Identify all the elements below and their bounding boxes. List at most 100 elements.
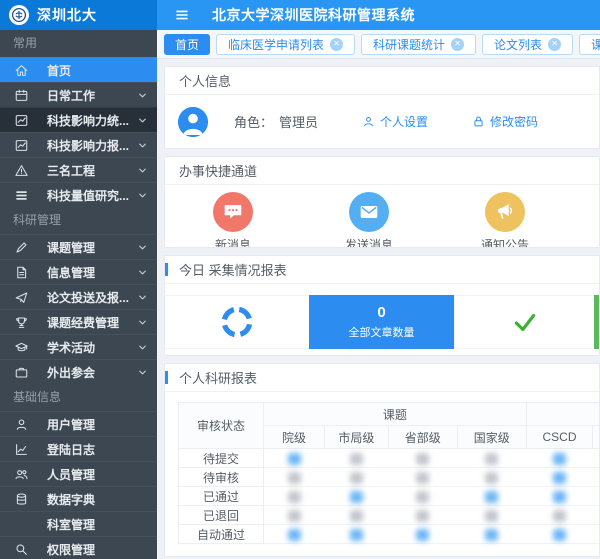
database-icon [14,492,29,507]
report-cell[interactable] [593,449,599,468]
sidebar-item-pen[interactable]: 课题管理 [0,234,157,259]
report-cell[interactable] [263,487,324,506]
blurred-value [416,510,429,522]
chart-line-icon [14,442,29,457]
tab-4[interactable]: 课题费用报表✕ [579,34,600,55]
sidebar-item-label: 科技量值研究... [47,187,137,204]
quick-item-megaphone[interactable]: 通知公告 [437,192,573,247]
report-cell[interactable] [526,449,592,468]
tab-1[interactable]: 临床医学申请列表✕ [216,34,355,55]
sidebar-item-none[interactable]: 科室管理 [0,511,157,536]
tab-home[interactable]: 首页 [164,34,210,55]
blurred-value [416,491,429,503]
report-cell[interactable] [457,487,526,506]
report-cell[interactable] [388,449,457,468]
sidebar-item-home[interactable]: 首页 [0,57,157,82]
sidebar-item-calendar[interactable]: 日常工作 [0,82,157,107]
blurred-value [288,453,301,465]
report-cell[interactable] [457,506,526,525]
table-row: 待审核 [179,468,600,487]
profile-card: 个人信息 角色：管理员 个人设置 修改密码 [164,66,600,149]
sidebar-item-briefcase[interactable]: 外出参会 [0,359,157,384]
sidebar-item-chart-line[interactable]: 登陆日志 [0,436,157,461]
report-cell[interactable] [526,506,592,525]
blurred-value [288,472,301,484]
grad-cap-icon [14,340,29,355]
report-cell[interactable] [457,525,526,544]
report-cell[interactable] [593,487,599,506]
chevron-down-icon [137,242,148,253]
report-cell[interactable] [457,449,526,468]
report-cell[interactable] [325,487,389,506]
report-cell[interactable] [526,468,592,487]
sidebar-item-user[interactable]: 用户管理 [0,411,157,436]
report-cell[interactable] [593,506,599,525]
blurred-value [288,510,301,522]
check-icon [511,308,539,336]
blurred-value [416,529,429,541]
menu-toggle-icon[interactable] [174,7,190,23]
tab-close-icon[interactable]: ✕ [330,38,343,51]
app-title: 北京大学深圳医院科研管理系统 [212,5,415,25]
stat-label: 全部文章数量 [349,324,415,340]
report-row-label: 待审核 [179,468,264,487]
stat-total-articles[interactable]: 0 全部文章数量 [309,295,454,349]
quick-item-label: 通知公告 [437,236,573,248]
report-cell[interactable] [263,525,324,544]
sidebar-item-list[interactable]: 科技量值研究... [0,182,157,207]
report-row-label: 自动通过 [179,525,264,544]
sidebar-item-chart-box[interactable]: 科技影响力统... [0,107,157,132]
paper-plane-icon [14,290,29,305]
tab-bar: 首页临床医学申请列表✕科研课题统计✕论文列表✕课题费用报表✕用户列表✕ [157,30,600,59]
report-cell[interactable] [593,525,599,544]
report-cell[interactable] [457,468,526,487]
report-cell[interactable] [526,525,592,544]
report-cell[interactable] [325,506,389,525]
logo[interactable]: 深圳北大 [0,0,157,30]
mail-icon [349,192,389,232]
blurred-value [350,453,363,465]
sidebar-item-users[interactable]: 人员管理 [0,461,157,486]
report-subcol: SCI [593,426,599,449]
report-cell[interactable] [388,487,457,506]
report-cell[interactable] [325,525,389,544]
stat-row: 0 全部文章数量 [165,295,599,349]
report-cell[interactable] [263,468,324,487]
tab-label: 课题费用报表 [591,36,600,53]
report-subcol: 市局级 [325,426,389,449]
tab-close-icon[interactable]: ✕ [451,38,464,51]
report-cell[interactable] [263,449,324,468]
sidebar-item-file[interactable]: 信息管理 [0,259,157,284]
report-cell[interactable] [388,525,457,544]
report-cell[interactable] [325,468,389,487]
sidebar-item-warning[interactable]: 三名工程 [0,157,157,182]
change-password-link[interactable]: 修改密码 [472,113,538,130]
avatar[interactable] [178,107,208,137]
report-cell[interactable] [526,487,592,506]
sidebar-item-paper-plane[interactable]: 论文投送及报... [0,284,157,309]
sidebar-item-trophy[interactable]: 课题经费管理 [0,309,157,334]
blurred-value [485,491,498,503]
blurred-value [553,453,566,465]
sidebar-item-label: 论文投送及报... [47,289,137,306]
tab-close-icon[interactable]: ✕ [548,38,561,51]
sidebar-item-chart-box[interactable]: 科技影响力报... [0,132,157,157]
tab-3[interactable]: 论文列表✕ [482,34,573,55]
sidebar-item-magnifier[interactable]: 权限管理 [0,536,157,559]
report-cell[interactable] [388,468,457,487]
quick-item-mail[interactable]: 发送消息 [301,192,437,247]
chevron-down-icon [137,140,148,151]
report-cell[interactable] [593,468,599,487]
sidebar-item-database[interactable]: 数据字典 [0,486,157,511]
personal-settings-label: 个人设置 [380,113,428,130]
personal-settings-link[interactable]: 个人设置 [362,113,428,130]
briefcase-icon [14,365,29,380]
quick-item-chat[interactable]: 新消息 [165,192,301,247]
report-cell[interactable] [325,449,389,468]
report-cell[interactable] [388,506,457,525]
logo-text: 深圳北大 [37,5,97,25]
report-group-0: 课题 [263,403,526,426]
tab-2[interactable]: 科研课题统计✕ [361,34,476,55]
sidebar-item-grad-cap[interactable]: 学术活动 [0,334,157,359]
report-cell[interactable] [263,506,324,525]
